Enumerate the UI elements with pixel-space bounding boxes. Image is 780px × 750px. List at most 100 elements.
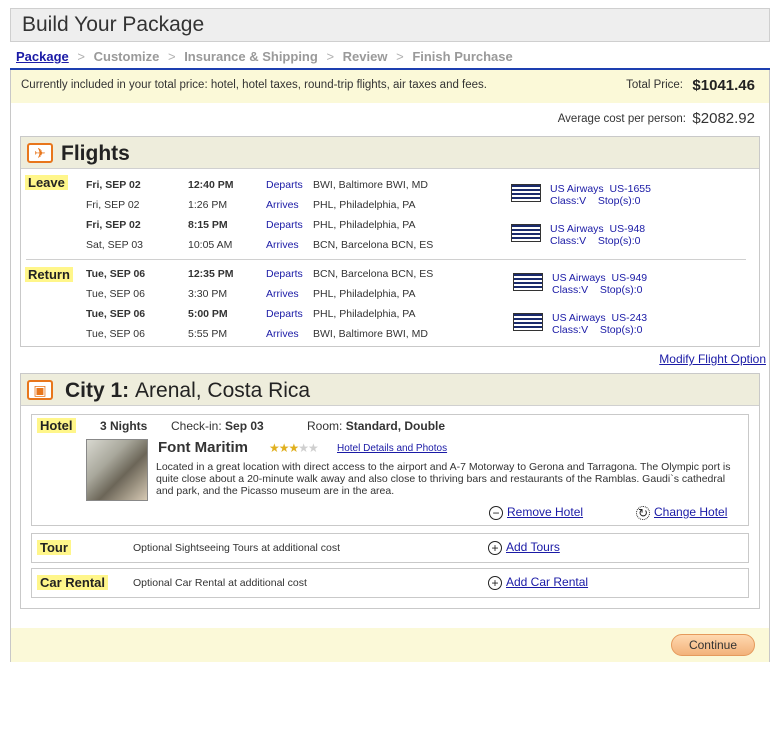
airline-name: US Airways xyxy=(552,272,606,284)
tour-box: Tour Optional Sightseeing Tours at addit… xyxy=(31,533,749,563)
change-hotel-label: Change Hotel xyxy=(654,505,728,519)
hotel-name: Font Maritim xyxy=(158,439,248,456)
flight-date: Fri, SEP 02 xyxy=(86,219,141,231)
airline-name: US Airways xyxy=(550,223,604,235)
flight-time: 1:26 PM xyxy=(188,199,228,211)
breadcrumb-package[interactable]: Package xyxy=(16,49,69,64)
airline-name: US Airways xyxy=(552,312,606,324)
city-header: ▣ City 1: Arenal, Costa Rica xyxy=(21,374,759,406)
breadcrumb-separator: > xyxy=(167,49,176,64)
hotel-box: Hotel 3 Nights Check-in: Sep 03 Room: St… xyxy=(31,414,749,526)
breadcrumb-insurance-shipping: Insurance & Shipping xyxy=(184,49,318,64)
city-section: ▣ City 1: Arenal, Costa Rica Hotel 3 Nig… xyxy=(20,373,760,609)
breadcrumb-review: Review xyxy=(342,49,388,64)
remove-hotel-button[interactable]: − Remove Hotel xyxy=(489,505,583,520)
checkin-label: Check-in: xyxy=(171,419,222,433)
flight-time: 3:30 PM xyxy=(188,288,228,300)
flight-time: 12:40 PM xyxy=(188,179,234,191)
flight-action: Arrives xyxy=(266,328,299,340)
suitcase-icon: ▣ xyxy=(27,380,53,400)
total-price-label: Total Price: xyxy=(626,79,683,91)
city-title-place: Arenal, Costa Rica xyxy=(135,379,311,402)
flight-number: US-949 xyxy=(611,272,648,284)
flight-number: US-243 xyxy=(611,312,648,324)
flight-date: Fri, SEP 02 xyxy=(86,199,140,211)
page-title: Build Your Package xyxy=(22,13,205,36)
flights-section: ✈ Flights Leave Fri, SEP 02 12:40 PM Dep… xyxy=(20,136,760,347)
change-hotel-button[interactable]: ↻ Change Hotel xyxy=(636,505,727,520)
average-cost-label: Average cost per person: xyxy=(557,113,686,125)
city-title: City 1: Arenal, Costa Rica xyxy=(65,379,310,403)
plus-circle-icon: + xyxy=(488,575,502,590)
flight-action: Arrives xyxy=(266,288,299,300)
room-label: Room: xyxy=(307,419,343,433)
checkin-value: Sep 03 xyxy=(225,419,264,433)
hotel-details-link[interactable]: Hotel Details and Photos xyxy=(337,443,447,454)
airline-name: US Airways xyxy=(550,183,604,195)
flight-class: Class:V xyxy=(550,195,587,207)
flight-action: Arrives xyxy=(266,199,299,211)
car-rental-box: Car Rental Optional Car Rental at additi… xyxy=(31,568,749,598)
room-value: Standard, Double xyxy=(345,419,446,433)
flight-action: Departs xyxy=(266,179,303,191)
flight-date: Tue, SEP 06 xyxy=(86,268,146,280)
flight-number: US-948 xyxy=(609,223,646,235)
airplane-icon: ✈ xyxy=(27,143,53,163)
flight-stops: Stop(s):0 xyxy=(599,324,643,336)
flight-stops: Stop(s):0 xyxy=(597,195,641,207)
flight-stops: Stop(s):0 xyxy=(599,284,643,296)
flight-place: PHL, Philadelphia, PA xyxy=(313,308,416,320)
add-tours-button[interactable]: + Add Tours xyxy=(488,540,560,555)
add-car-rental-button[interactable]: + Add Car Rental xyxy=(488,575,588,590)
breadcrumb: Package > Customize > Insurance & Shippi… xyxy=(16,49,518,64)
flight-number: US-1655 xyxy=(609,183,651,195)
hotel-nights: 3 Nights xyxy=(100,419,148,433)
footer-bar: Continue xyxy=(11,628,769,662)
flight-date: Fri, SEP 02 xyxy=(86,179,141,191)
flight-action: Departs xyxy=(266,308,303,320)
breadcrumb-customize: Customize xyxy=(93,49,160,64)
hotel-description: Located in a great location with direct … xyxy=(156,461,731,497)
breadcrumb-finish-purchase: Finish Purchase xyxy=(412,49,513,64)
us-flag-icon xyxy=(513,273,543,291)
flights-header: ✈ Flights xyxy=(21,137,759,169)
flight-time: 5:55 PM xyxy=(188,328,228,340)
flight-class: Class:V xyxy=(550,235,587,247)
us-flag-icon xyxy=(511,184,541,202)
hotel-rating-stars: ★★★★★ xyxy=(269,441,319,455)
flight-time: 8:15 PM xyxy=(188,219,228,231)
flight-place: BWI, Baltimore BWI, MD xyxy=(313,179,428,191)
flight-time: 5:00 PM xyxy=(188,308,228,320)
flight-time: 12:35 PM xyxy=(188,268,234,280)
flight-place: BWI, Baltimore BWI, MD xyxy=(313,328,428,340)
flight-date: Tue, SEP 06 xyxy=(86,288,145,300)
return-label: Return xyxy=(25,267,73,282)
leave-label: Leave xyxy=(25,175,68,190)
tour-text: Optional Sightseeing Tours at additional… xyxy=(133,542,341,554)
flight-date: Sat, SEP 03 xyxy=(86,239,144,251)
flight-place: BCN, Barcelona BCN, ES xyxy=(313,239,434,251)
flight-stops: Stop(s):0 xyxy=(597,235,641,247)
room-info: Room: Standard, Double xyxy=(307,419,445,433)
flight-class: Class:V xyxy=(552,324,589,336)
flight-time: 10:05 AM xyxy=(188,239,233,251)
modify-flight-link[interactable]: Modify Flight Option xyxy=(659,352,766,366)
page-header: Build Your Package xyxy=(10,8,770,42)
price-summary: Currently included in your total price: … xyxy=(11,70,769,103)
flight-place: PHL, Philadelphia, PA xyxy=(313,288,416,300)
hotel-photo[interactable] xyxy=(86,439,148,501)
breadcrumb-separator: > xyxy=(77,49,85,64)
flight-class: Class:V xyxy=(552,284,589,296)
continue-button[interactable]: Continue xyxy=(671,634,755,656)
divider xyxy=(26,259,746,260)
flight-place: PHL, Philadelphia, PA xyxy=(313,219,416,231)
flights-title: Flights xyxy=(61,142,130,165)
flight-place: BCN, Barcelona BCN, ES xyxy=(313,268,434,280)
hotel-label: Hotel xyxy=(37,418,76,433)
flight-action: Departs xyxy=(266,268,303,280)
flight-segment-info: US Airways US-1655 Class:V Stop(s):0 xyxy=(550,183,651,207)
city-title-prefix: City 1: xyxy=(65,379,130,402)
add-car-rental-label: Add Car Rental xyxy=(506,575,589,589)
flight-segment-info: US Airways US-243 Class:V Stop(s):0 xyxy=(552,312,647,336)
flight-place: PHL, Philadelphia, PA xyxy=(313,199,416,211)
